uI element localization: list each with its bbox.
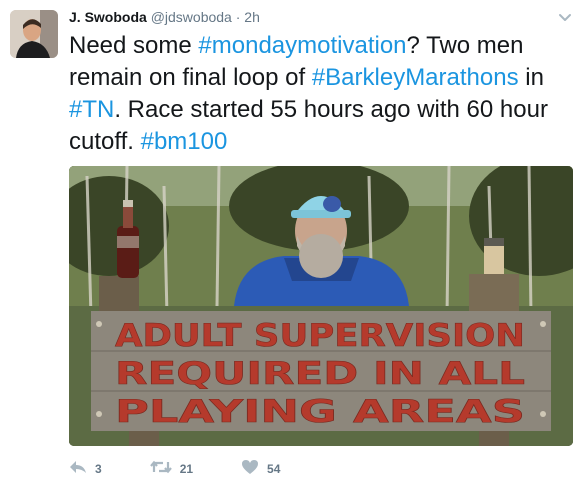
text-segment: Need some	[69, 32, 199, 59]
retweet-icon	[149, 459, 172, 480]
retweet-button[interactable]: 21	[149, 459, 194, 480]
heart-icon	[241, 459, 259, 480]
retweet-count: 21	[179, 462, 194, 476]
avatar[interactable]	[10, 10, 58, 58]
photo-scene: ADULT SUPERVISION REQUIRED IN ALL PLAYIN…	[69, 166, 573, 446]
like-button[interactable]: 54	[241, 459, 280, 480]
reply-count: 3	[95, 462, 102, 476]
tweet-photo[interactable]: ADULT SUPERVISION REQUIRED IN ALL PLAYIN…	[69, 166, 573, 446]
like-count: 54	[267, 462, 281, 476]
tweet-actions: 3 21 54	[69, 458, 328, 480]
author-name[interactable]: J. Swoboda	[69, 9, 147, 25]
hashtag-barkleymarathons[interactable]: #BarkleyMarathons	[312, 64, 519, 91]
timestamp[interactable]: 2h	[244, 9, 260, 25]
avatar-image	[10, 10, 58, 58]
reply-icon	[69, 459, 87, 480]
chevron-down-icon[interactable]	[557, 9, 573, 25]
hashtag-bm100[interactable]: #bm100	[141, 128, 228, 155]
tweet-header: J. Swoboda @jdswoboda · 2h	[69, 8, 260, 26]
sign-line-1: ADULT SUPERVISION	[115, 318, 525, 354]
sign-line-3: PLAYING AREAS	[115, 394, 525, 430]
reply-button[interactable]: 3	[69, 459, 102, 480]
hashtag-mondaymotivation[interactable]: #mondaymotivation	[198, 32, 406, 59]
tweet-card: J. Swoboda @jdswoboda · 2h Need some #mo…	[0, 0, 586, 489]
hashtag-tn[interactable]: #TN	[69, 96, 114, 123]
separator-dot: ·	[235, 9, 241, 25]
tweet-text: Need some #mondaymotivation? Two men rem…	[69, 30, 579, 158]
author-handle[interactable]: @jdswoboda	[151, 9, 232, 25]
sign-line-2: REQUIRED IN ALL	[115, 356, 525, 392]
text-segment: in	[518, 64, 544, 91]
